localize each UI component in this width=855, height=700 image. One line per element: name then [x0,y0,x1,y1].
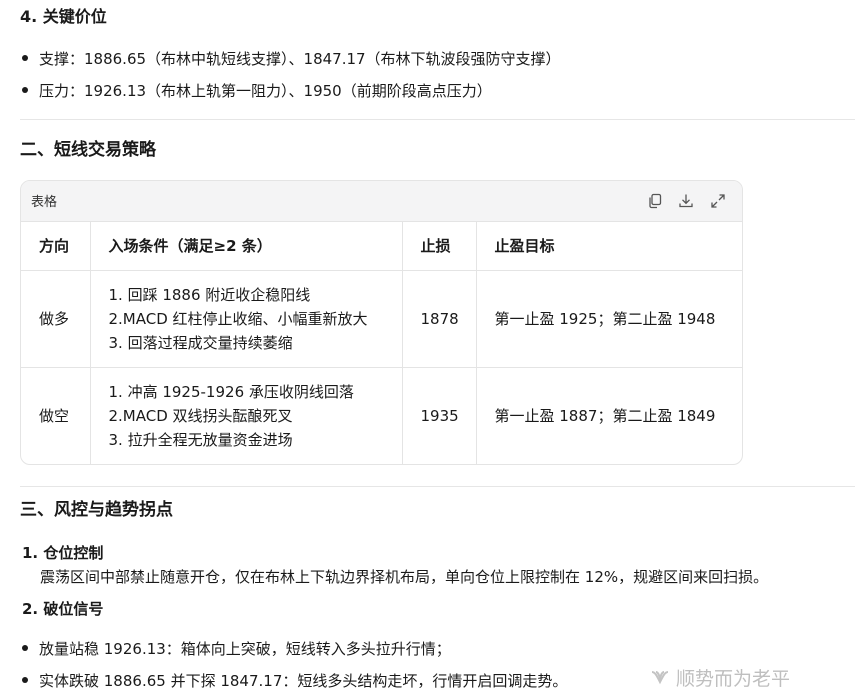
watermark: 顺势而为老平 [650,664,790,691]
table-row: 做多 1. 回踩 1886 附近收企稳阳线 2.MACD 红柱停止收缩、小幅重新… [21,270,742,368]
condition-line: 1. 冲高 1925-1926 承压收阴线回落 [108,383,354,401]
list-item: 放量站稳 1926.13：箱体向上突破，短线转入多头拉升行情； [22,638,451,660]
list-item-body-position-control: 震荡区间中部禁止随意开仓，仅在布林上下轨边界择机布局，单向仓位上限控制在 12%… [40,568,769,586]
cell-take-profit: 第一止盈 1887；第二止盈 1849 [494,407,716,425]
strategy-table: 方向 入场条件（满足≥2 条） 止损 止盈目标 做多 1. 回踩 1886 附近… [21,222,742,464]
list-item-title-breakout-signal: 2. 破位信号 [22,600,104,618]
divider [20,119,855,120]
document-page: 4. 关键价位 支撑：1886.65（布林中轨短线支撑）、1847.17（布林下… [0,0,855,700]
condition-line: 3. 回落过程成交量持续萎缩 [108,334,293,352]
cell-conditions: 1. 回踩 1886 附近收企稳阳线 2.MACD 红柱停止收缩、小幅重新放大 … [90,270,403,368]
list-item: 压力：1926.13（布林上轨第一阻力）、1950（前期阶段高点压力） [22,80,492,102]
condition-line: 2.MACD 红柱停止收缩、小幅重新放大 [108,310,368,328]
bullet-dot [22,676,28,683]
bullet-dot [22,54,28,61]
divider [20,486,855,487]
watermark-text: 顺势而为老平 [676,668,791,690]
section-heading-strategy: 二、短线交易策略 [20,140,156,160]
table-header-row: 方向 入场条件（满足≥2 条） 止损 止盈目标 [21,222,742,271]
download-icon[interactable] [677,192,695,210]
section-heading-risk-control: 三、风控与趋势拐点 [20,500,173,520]
wechat-channels-icon [650,668,670,688]
column-header-stop-loss: 止损 [402,222,477,271]
copy-icon[interactable] [646,192,664,210]
strategy-table-card: 表格 方向 入场条件（满足≥2 条） 止损 止盈目标 做多 1. 回踩 1886… [20,180,743,465]
column-header-take-profit: 止盈目标 [476,222,742,271]
bullet-dot [22,644,28,651]
column-header-entry-conditions: 入场条件（满足≥2 条） [90,222,403,271]
condition-line: 2.MACD 双线拐头酝酿死叉 [108,407,293,425]
breakdown-text: 实体跌破 1886.65 并下探 1847.17：短线多头结构走坏，行情开启回调… [39,672,568,690]
bullet-dot [22,86,28,93]
breakout-up-text: 放量站稳 1926.13：箱体向上突破，短线转入多头拉升行情； [39,640,451,658]
resistance-levels-text: 压力：1926.13（布林上轨第一阻力）、1950（前期阶段高点压力） [39,82,492,100]
expand-icon[interactable] [709,192,727,210]
support-levels-text: 支撑：1886.65（布林中轨短线支撑）、1847.17（布林下轨波段强防守支撑… [39,50,561,68]
column-header-direction: 方向 [21,222,91,271]
section-heading-key-levels: 4. 关键价位 [20,7,107,26]
table-label: 表格 [31,195,58,210]
cell-direction: 做空 [21,367,91,464]
table-toolbar: 表格 [21,181,742,222]
list-item-title-position-control: 1. 仓位控制 [22,544,104,562]
cell-take-profit: 第一止盈 1925；第二止盈 1948 [476,270,742,368]
cell-stop-loss: 1935 [402,367,477,464]
cell-stop-loss: 1878 [402,270,477,368]
condition-line: 1. 回踩 1886 附近收企稳阳线 [108,286,311,304]
condition-line: 3. 拉升全程无放量资金进场 [108,431,293,449]
table-row: 做空 1. 冲高 1925-1926 承压收阴线回落 2.MACD 双线拐头酝酿… [21,367,742,464]
cell-conditions: 1. 冲高 1925-1926 承压收阴线回落 2.MACD 双线拐头酝酿死叉 … [90,367,403,464]
cell-direction: 做多 [21,270,91,368]
list-item: 支撑：1886.65（布林中轨短线支撑）、1847.17（布林下轨波段强防守支撑… [22,48,561,70]
list-item: 实体跌破 1886.65 并下探 1847.17：短线多头结构走坏，行情开启回调… [22,670,567,692]
